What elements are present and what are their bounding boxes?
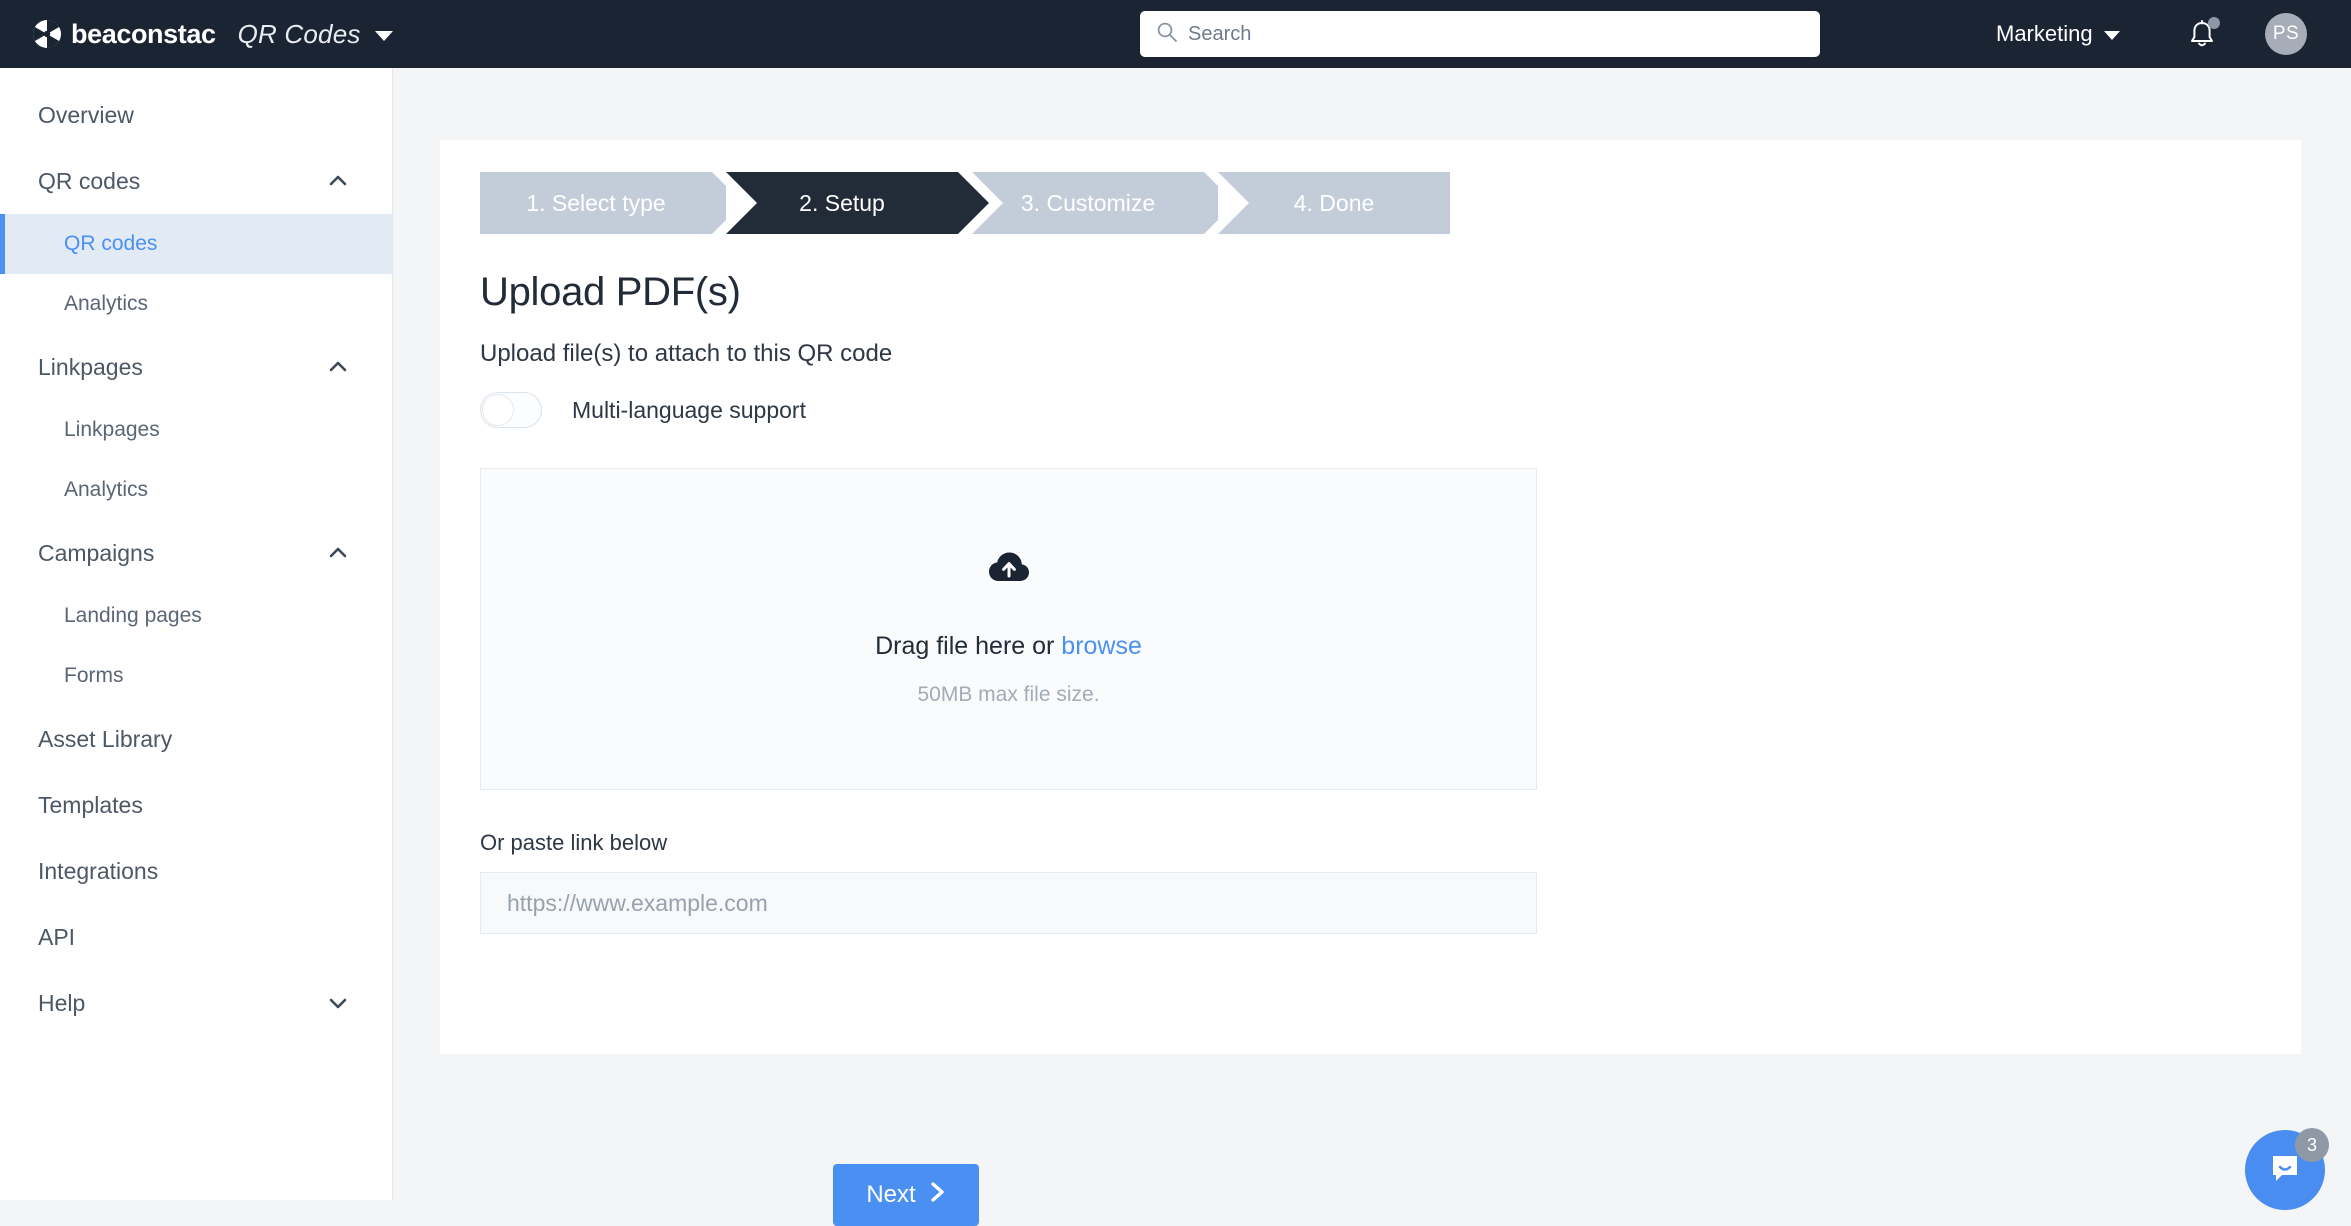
sidebar-item-analytics[interactable]: Analytics [0,274,392,334]
sidebar-item-label: Templates [38,791,143,818]
sidebar-item-label: Landing pages [64,604,202,627]
cloud-upload-icon [988,551,1030,588]
sidebar-item-label: QR codes [38,167,141,194]
page-subtitle: Upload file(s) to attach to this QR code [480,340,893,367]
browse-link[interactable]: browse [1061,632,1142,660]
toggle-knob [482,394,514,426]
chevron-up-icon[interactable] [328,357,348,377]
wizard-step-label: 1. Select type [526,189,666,216]
sidebar-item-label: Overview [38,101,134,128]
chat-launcher-button[interactable]: 3 [2245,1128,2329,1210]
search-icon [1156,21,1178,48]
notification-unread-dot [2208,17,2220,29]
beaconstac-logo-icon [32,19,62,49]
sidebar-item-label: Campaigns [38,539,155,566]
top-navigation-bar: beaconstac QR Codes Search Marketing PS [0,0,2351,68]
multi-language-toggle[interactable] [480,392,542,428]
sidebar-item-qr-codes[interactable]: QR codes [0,214,392,274]
chat-unread-badge: 3 [2295,1128,2329,1162]
sidebar-item-landing-pages[interactable]: Landing pages [0,586,392,646]
chevron-down-icon[interactable] [374,31,393,41]
sidebar-item-label: Forms [64,664,124,687]
sidebar-item-label: Linkpages [64,418,160,441]
wizard-step-1[interactable]: 1. Select type [480,172,743,234]
sidebar-item-overview[interactable]: Overview [0,82,392,148]
sidebar-item-label: Help [38,989,86,1016]
brand-name: beaconstac [71,18,216,49]
dropzone-main-text: Drag file here or browse [875,632,1142,661]
sidebar-item-integrations[interactable]: Integrations [0,838,392,904]
multi-language-toggle-row: Multi-language support [480,392,806,428]
next-button[interactable]: Next [833,1164,979,1226]
page-title: Upload PDF(s) [480,270,741,314]
wizard-step-label: 4. Done [1293,189,1375,216]
next-button-label: Next [866,1181,916,1208]
sidebar-item-linkpages[interactable]: Linkpages [0,400,392,460]
sidebar-item-label: Analytics [64,292,149,315]
chevron-right-icon [930,1181,946,1210]
org-name-label: Marketing [1996,21,2093,46]
sidebar-item-asset-library[interactable]: Asset Library [0,706,392,772]
wizard-step-2[interactable]: 2. Setup [726,172,989,234]
dropzone-instruction: Drag file here or [875,632,1062,660]
sidebar-item-label: QR codes [64,232,158,255]
chevron-down-icon[interactable] [328,993,348,1013]
avatar[interactable]: PS [2265,13,2307,55]
search-input-placeholder[interactable]: Search [1188,23,1251,46]
sidebar-item-campaigns[interactable]: Campaigns [0,520,392,586]
wizard-step-3[interactable]: 3. Customize [972,172,1235,234]
sidebar-item-label: Asset Library [38,725,173,752]
wizard-step-indicator: 1. Select type 2. Setup 3. Customize 4. Don… [480,172,1450,234]
chevron-up-icon[interactable] [328,543,348,563]
brand-block[interactable]: beaconstac QR Codes [32,19,393,50]
sidebar-item-analytics[interactable]: Analytics [0,460,392,520]
sidebar-item-qr-codes[interactable]: QR codes [0,148,392,214]
multi-language-toggle-label: Multi-language support [572,396,806,423]
dropzone-size-hint: 50MB max file size. [917,683,1100,706]
sidebar-item-label: Integrations [38,857,159,884]
org-switcher[interactable]: Marketing [1996,0,2120,68]
sidebar-item-linkpages[interactable]: Linkpages [0,334,392,400]
wizard-step-4[interactable]: 4. Done [1218,172,1450,234]
sidebar: Overview QR codes QR codes Analytics Linkpag… [0,68,393,1200]
notifications-button[interactable] [2185,17,2220,52]
sidebar-item-templates[interactable]: Templates [0,772,392,838]
sidebar-item-api[interactable]: API [0,904,392,970]
sidebar-item-help[interactable]: Help [0,970,392,1036]
product-name: QR Codes [237,18,361,49]
paste-link-input[interactable] [480,872,1537,934]
wizard-step-label: 3. Customize [1020,189,1156,216]
sidebar-item-forms[interactable]: Forms [0,646,392,706]
paste-link-label: Or paste link below [480,830,668,855]
file-dropzone[interactable]: Drag file here or browse 50MB max file s… [480,468,1537,790]
sidebar-item-label: API [38,923,76,950]
chevron-up-icon[interactable] [328,171,348,191]
wizard-step-label: 2. Setup [799,189,885,216]
sidebar-item-label: Linkpages [38,353,143,380]
setup-card: 1. Select type 2. Setup 3. Customize 4. Don… [440,140,2301,1054]
main-content: 1. Select type 2. Setup 3. Customize 4. Don… [393,68,2351,1226]
chevron-down-icon [2103,31,2120,40]
sidebar-item-label: Analytics [64,478,149,501]
global-search[interactable]: Search [1140,11,1820,57]
